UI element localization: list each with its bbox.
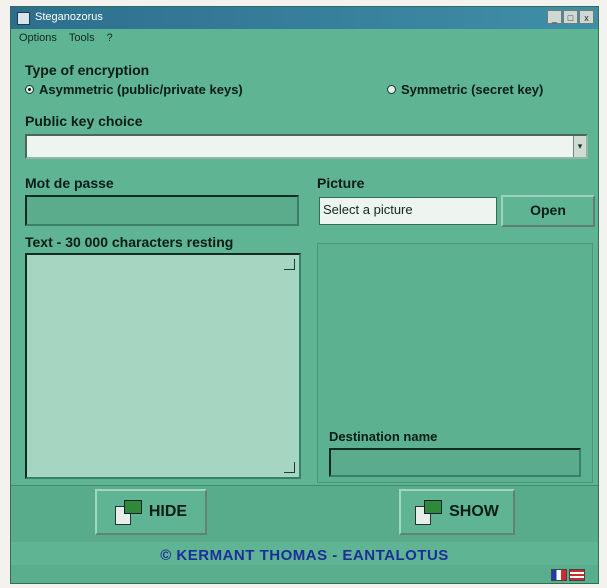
- password-label: Mot de passe: [25, 175, 114, 191]
- asymmetric-radio[interactable]: Asymmetric (public/private keys): [25, 82, 243, 97]
- public-key-label: Public key choice: [25, 113, 143, 129]
- show-button[interactable]: SHOW: [399, 489, 515, 535]
- radio-unselected-icon[interactable]: [387, 85, 396, 94]
- hide-button[interactable]: HIDE: [95, 489, 207, 535]
- radio-selected-icon[interactable]: [25, 85, 34, 94]
- picture-label: Picture: [317, 175, 365, 191]
- destination-field[interactable]: [329, 448, 581, 477]
- symmetric-radio[interactable]: Symmetric (secret key): [387, 82, 543, 97]
- symmetric-label: Symmetric (secret key): [401, 82, 544, 97]
- text-label: Text - 30 000 characters resting: [25, 234, 234, 250]
- window-app-icon[interactable]: [17, 12, 30, 25]
- picture-path-field[interactable]: Select a picture: [319, 197, 497, 225]
- scroll-down-icon[interactable]: [284, 462, 295, 473]
- french-flag-icon[interactable]: [551, 569, 567, 581]
- encryption-type-label: Type of encryption: [25, 62, 150, 78]
- open-button[interactable]: Open: [501, 195, 595, 227]
- show-icon: [415, 500, 443, 525]
- scroll-up-icon[interactable]: [284, 259, 295, 270]
- asymmetric-label: Asymmetric (public/private keys): [39, 82, 243, 97]
- maximize-button[interactable]: □: [563, 10, 578, 24]
- destination-label: Destination name: [329, 429, 438, 444]
- picture-preview: [317, 243, 593, 483]
- us-flag-icon[interactable]: [569, 569, 585, 581]
- copyright-text: © KERMANT THOMAS - EANTALOTUS: [160, 547, 449, 564]
- menu-tools[interactable]: Tools: [69, 32, 95, 44]
- close-button[interactable]: x: [579, 10, 594, 24]
- status-bar: [11, 565, 598, 583]
- menu-help[interactable]: ?: [107, 32, 113, 44]
- menu-bar: Options Tools ?: [11, 29, 598, 47]
- message-textarea[interactable]: [25, 253, 301, 479]
- dropdown-arrow-icon[interactable]: ▾: [573, 136, 586, 157]
- password-field[interactable]: [25, 195, 299, 226]
- title-bar[interactable]: Steganozorus _ □ x: [11, 7, 598, 29]
- show-label: SHOW: [449, 503, 499, 520]
- public-key-select[interactable]: ▾: [25, 134, 588, 159]
- window-title: Steganozorus: [35, 11, 103, 23]
- hide-label: HIDE: [148, 503, 188, 520]
- minimize-button[interactable]: _: [547, 10, 562, 24]
- menu-options[interactable]: Options: [19, 32, 57, 44]
- app-window: Steganozorus _ □ x Options Tools ? Type …: [10, 6, 599, 584]
- hide-icon: [114, 500, 142, 525]
